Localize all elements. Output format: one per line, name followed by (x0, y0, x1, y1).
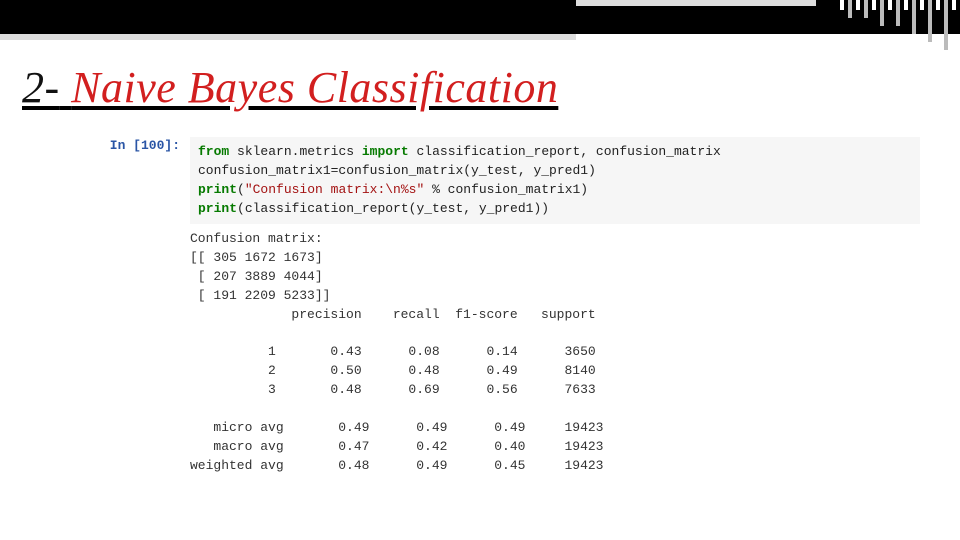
module-name: sklearn.metrics (237, 144, 354, 159)
import-names: classification_report, confusion_matrix (417, 144, 721, 159)
report-micro-avg: micro avg 0.49 0.49 0.49 19423 (190, 420, 603, 435)
slide-underbar (0, 34, 576, 40)
code-line-2: confusion_matrix1=confusion_matrix(y_tes… (198, 163, 596, 178)
matrix-row-1: [ 207 3889 4044] (190, 269, 323, 284)
jupyter-cell: In [100]: from sklearn.metrics import cl… (100, 137, 920, 475)
title-main: Naive Bayes Classification (71, 63, 558, 112)
report-macro-avg: macro avg 0.47 0.42 0.40 19423 (190, 439, 603, 454)
report-col-header: precision recall f1-score support (190, 307, 596, 322)
kw-print-2: print (198, 201, 237, 216)
paren-open: ( (237, 182, 245, 197)
kw-from: from (198, 144, 229, 159)
code-block: from sklearn.metrics import classificati… (190, 137, 920, 224)
report-row-3: 3 0.48 0.69 0.56 7633 (190, 382, 596, 397)
cell-prompt: In [100]: (100, 137, 190, 156)
matrix-row-2: [ 191 2209 5233]] (190, 288, 330, 303)
matrix-row-0: [[ 305 1672 1673] (190, 250, 323, 265)
title-prefix: 2- (22, 63, 60, 112)
slide-top-bar (0, 0, 960, 34)
code-cell: In [100]: from sklearn.metrics import cl… (100, 137, 920, 224)
kw-print-1: print (198, 182, 237, 197)
code-line-3-rest: % confusion_matrix1) (424, 182, 588, 197)
report-row-2: 2 0.50 0.48 0.49 8140 (190, 363, 596, 378)
report-weighted-avg: weighted avg 0.48 0.49 0.45 19423 (190, 458, 603, 473)
top-bar-deco-icon (840, 0, 960, 56)
report-row-1: 1 0.43 0.08 0.14 3650 (190, 344, 596, 359)
slide-title: 2- Naive Bayes Classification (22, 62, 960, 113)
code-line-4-rest: (classification_report(y_test, y_pred1)) (237, 201, 549, 216)
kw-import: import (362, 144, 409, 159)
cell-output: Confusion matrix: [[ 305 1672 1673] [ 20… (190, 230, 920, 475)
string-literal: "Confusion matrix:\n%s" (245, 182, 424, 197)
out-header: Confusion matrix: (190, 231, 323, 246)
